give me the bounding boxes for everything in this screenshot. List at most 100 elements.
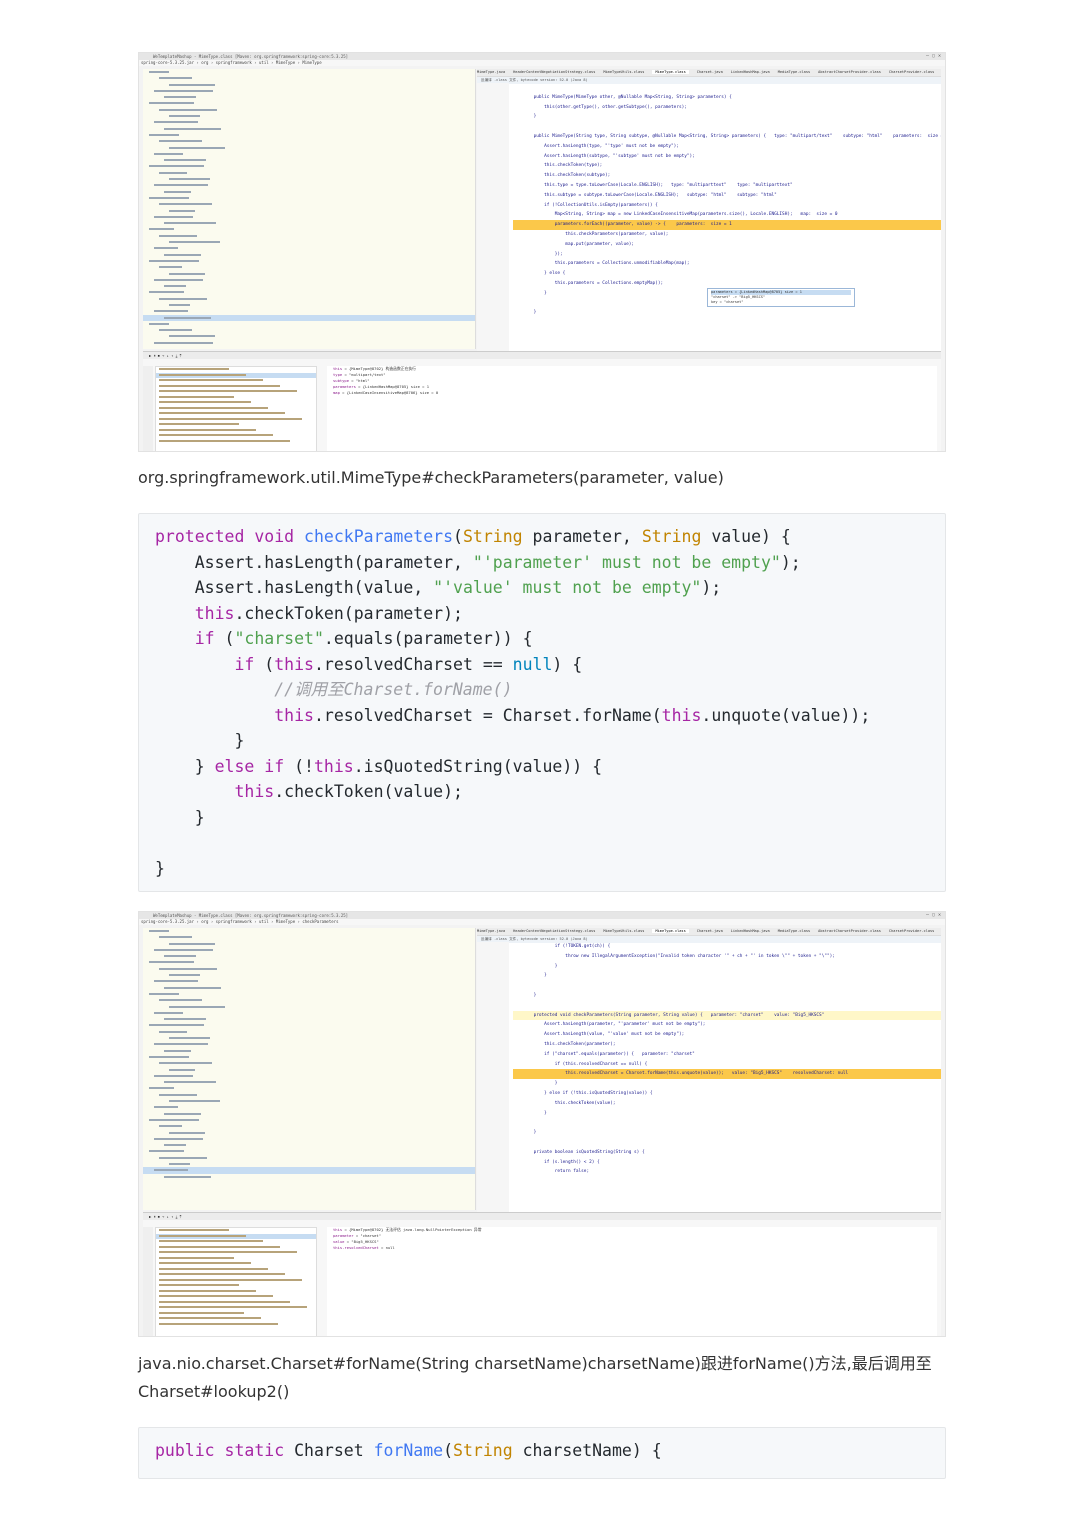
code-line[interactable]: 111 private boolean isQuotedString(Strin… <box>513 1148 941 1158</box>
code-line[interactable]: 56 this(other.getType(), other.getSubtyp… <box>513 103 941 113</box>
variables-list[interactable]: this = {MimeType@8702} 构造函数正在执行 type = "m… <box>327 366 937 451</box>
code-line[interactable]: 107 } <box>513 1109 941 1119</box>
code-line[interactable]: 98 Assert.hasLength(parameter, "'paramet… <box>513 1020 941 1030</box>
variable-name: this <box>333 366 343 371</box>
editor-tab[interactable]: MimeTypeUtils.class <box>603 70 644 74</box>
editor-tab[interactable]: LinkedHashMap.java <box>731 929 770 933</box>
debug-side-icons[interactable] <box>143 1227 153 1336</box>
editor-tab[interactable]: Charset.java <box>697 70 723 74</box>
window-controls[interactable]: — ▢ ✕ <box>926 912 941 918</box>
editor-tab[interactable]: Charset.java <box>697 929 723 933</box>
code-line[interactable]: 105 } else if (!this.isQuotedString(valu… <box>513 1089 941 1099</box>
variable-row[interactable]: map = {LinkedCaseInsensitiveMap@8706} si… <box>327 390 937 396</box>
code-line[interactable]: 90 if (!TOKEN.get(ch)) { <box>513 942 941 952</box>
editor-tab[interactable]: CharsetProvider.class <box>889 929 934 933</box>
editor-tab[interactable]: CharsetProvider.class <box>889 70 934 74</box>
code-line[interactable]: 71 }); <box>513 250 941 260</box>
code-line[interactable]: 66 if (!CollectionUtils.isEmpty(paramete… <box>513 201 941 211</box>
window-controls[interactable]: — ▢ ✕ <box>926 53 941 59</box>
code-line[interactable]: 102 if (this.resolvedCharset == null) { <box>513 1060 941 1070</box>
code-line[interactable]: 59 public MimeType(String type, String s… <box>513 132 941 142</box>
project-tree[interactable] <box>143 69 476 349</box>
code-line[interactable]: 96 <box>513 1001 941 1011</box>
tree-row-placeholder <box>149 1118 199 1121</box>
code-line[interactable]: 69 this.checkParameters(parameter, value… <box>513 230 941 240</box>
code-line[interactable]: 100 this.checkToken(parameter); <box>513 1040 941 1050</box>
code-line: } <box>139 856 945 882</box>
code-line[interactable]: 54 <box>513 83 941 93</box>
code-area[interactable]: 5455 public MimeType(MimeType other, @Nu… <box>513 83 941 318</box>
debug-popup[interactable]: parameters = {LinkedHashMap@8705} size =… <box>707 288 855 307</box>
variables-list[interactable]: this = {MimeType@8702} 无法评估 java.lang.Nu… <box>327 1227 937 1336</box>
code-line[interactable]: 57 } <box>513 112 941 122</box>
editor-tab[interactable]: MimeType.class <box>652 70 689 74</box>
code-editor[interactable]: MimeType.java HeaderContentNegotiationStr… <box>477 69 941 351</box>
code-line[interactable]: 108 <box>513 1118 941 1128</box>
editor-tab[interactable]: MediaType.class <box>778 70 810 74</box>
editor-tab[interactable]: HeaderContentNegotiationStrategy.class <box>513 929 595 933</box>
editor-tab[interactable]: MimeType.class <box>652 929 689 933</box>
tree-row-placeholder <box>149 71 169 73</box>
code-line[interactable]: 65 this.subtype = subtype.toLowerCase(Lo… <box>513 191 941 201</box>
code-line[interactable]: 91 throw new IllegalArgumentException("I… <box>513 952 941 962</box>
code-line[interactable]: 110 <box>513 1138 941 1148</box>
debug-toolbar[interactable]: ▶ ⏸ ⏹ ↷ ↓ ↑ ⤓ ⤒ <box>143 352 941 359</box>
code-area[interactable]: 90 if (!TOKEN.get(ch)) {91 throw new Ill… <box>513 942 941 1177</box>
debug-toolbar[interactable]: ▶ ⏸ ⏹ ↷ ↓ ↑ ⤓ ⤒ <box>143 1213 941 1220</box>
editor-tab[interactable]: HeaderContentNegotiationStrategy.class <box>513 70 595 74</box>
frames-list[interactable] <box>155 1227 317 1336</box>
tree-row-placeholder <box>154 278 203 281</box>
code-line[interactable]: 67 Map<String, String> map = new LinkedC… <box>513 210 941 220</box>
code-line[interactable]: 58 <box>513 122 941 132</box>
tree-row[interactable] <box>143 340 475 346</box>
editor-tabs[interactable]: MimeType.java HeaderContentNegotiationStr… <box>477 69 941 77</box>
editor-tab[interactable]: MimeType.java <box>477 70 505 74</box>
frame-row[interactable] <box>156 1250 316 1256</box>
frame-row[interactable] <box>156 1322 316 1328</box>
code-line[interactable]: 93 } <box>513 971 941 981</box>
code-line[interactable]: 64 this.type = type.toLowerCase(Locale.E… <box>513 181 941 191</box>
frame-row[interactable] <box>156 389 316 395</box>
code-line[interactable]: 55 public MimeType(MimeType other, @Null… <box>513 93 941 103</box>
code-line[interactable]: 109 } <box>513 1128 941 1138</box>
frame-row[interactable] <box>156 439 316 445</box>
code-line[interactable]: 68 parameters.forEach((parameter, value)… <box>513 220 941 230</box>
code-editor[interactable]: MimeType.java HeaderContentNegotiationStr… <box>477 928 941 1212</box>
editor-tab[interactable]: MediaType.class <box>778 929 810 933</box>
frames-list[interactable] <box>155 366 317 451</box>
editor-tab[interactable]: LinkedHashMap.java <box>731 70 770 74</box>
variable-row[interactable]: this.resolvedCharset = null <box>327 1245 937 1251</box>
editor-tab[interactable]: AbstractCharsetProvider.class <box>818 929 881 933</box>
code-line[interactable]: 103 this.resolvedCharset = Charset.forNa… <box>513 1069 941 1080</box>
code-line[interactable]: 72 this.parameters = Collections.unmodif… <box>513 259 941 269</box>
code-line[interactable]: 99 Assert.hasLength(value, "'value' must… <box>513 1030 941 1040</box>
code-line[interactable]: 60 Assert.hasLength(type, "'type' must n… <box>513 142 941 152</box>
editor-tabs[interactable]: MimeType.java HeaderContentNegotiationStr… <box>477 928 941 936</box>
code-line[interactable]: 97 protected void checkParameters(String… <box>513 1010 941 1021</box>
code-line[interactable]: 106 this.checkToken(value); <box>513 1099 941 1109</box>
code-line[interactable]: 63 this.checkToken(subtype); <box>513 171 941 181</box>
frame-row[interactable] <box>156 1305 316 1311</box>
code-line[interactable]: 95 } <box>513 991 941 1001</box>
code-line[interactable]: 73 } else { <box>513 269 941 279</box>
code-line[interactable]: 92 } <box>513 962 941 972</box>
code-line[interactable]: 104 } <box>513 1079 941 1089</box>
debug-side-icons[interactable] <box>143 366 153 451</box>
code-line[interactable]: 70 map.put(parameter, value); <box>513 240 941 250</box>
tree-row-placeholder <box>164 1112 201 1115</box>
code-line: if (this.resolvedCharset == null) { <box>139 652 945 678</box>
editor-tab[interactable]: MimeTypeUtils.class <box>603 929 644 933</box>
code-line[interactable]: 61 Assert.hasLength(subtype, "'subtype' … <box>513 152 941 162</box>
code-line[interactable]: 94 <box>513 981 941 991</box>
project-tree[interactable] <box>143 928 476 1210</box>
code-line[interactable]: 77 } <box>513 308 941 318</box>
editor-tab[interactable]: MimeType.java <box>477 929 505 933</box>
code-line[interactable]: 62 this.checkToken(type); <box>513 161 941 171</box>
code-line[interactable]: 101 if ("charset".equals(parameter)) { p… <box>513 1050 941 1060</box>
code-line[interactable]: 113 return false; <box>513 1167 941 1177</box>
editor-tab[interactable]: AbstractCharsetProvider.class <box>818 70 881 74</box>
tree-row[interactable] <box>143 1174 475 1180</box>
code-line[interactable]: 112 if (s.length() < 2) { <box>513 1158 941 1168</box>
popup-row[interactable]: key = "charset" <box>711 300 851 305</box>
